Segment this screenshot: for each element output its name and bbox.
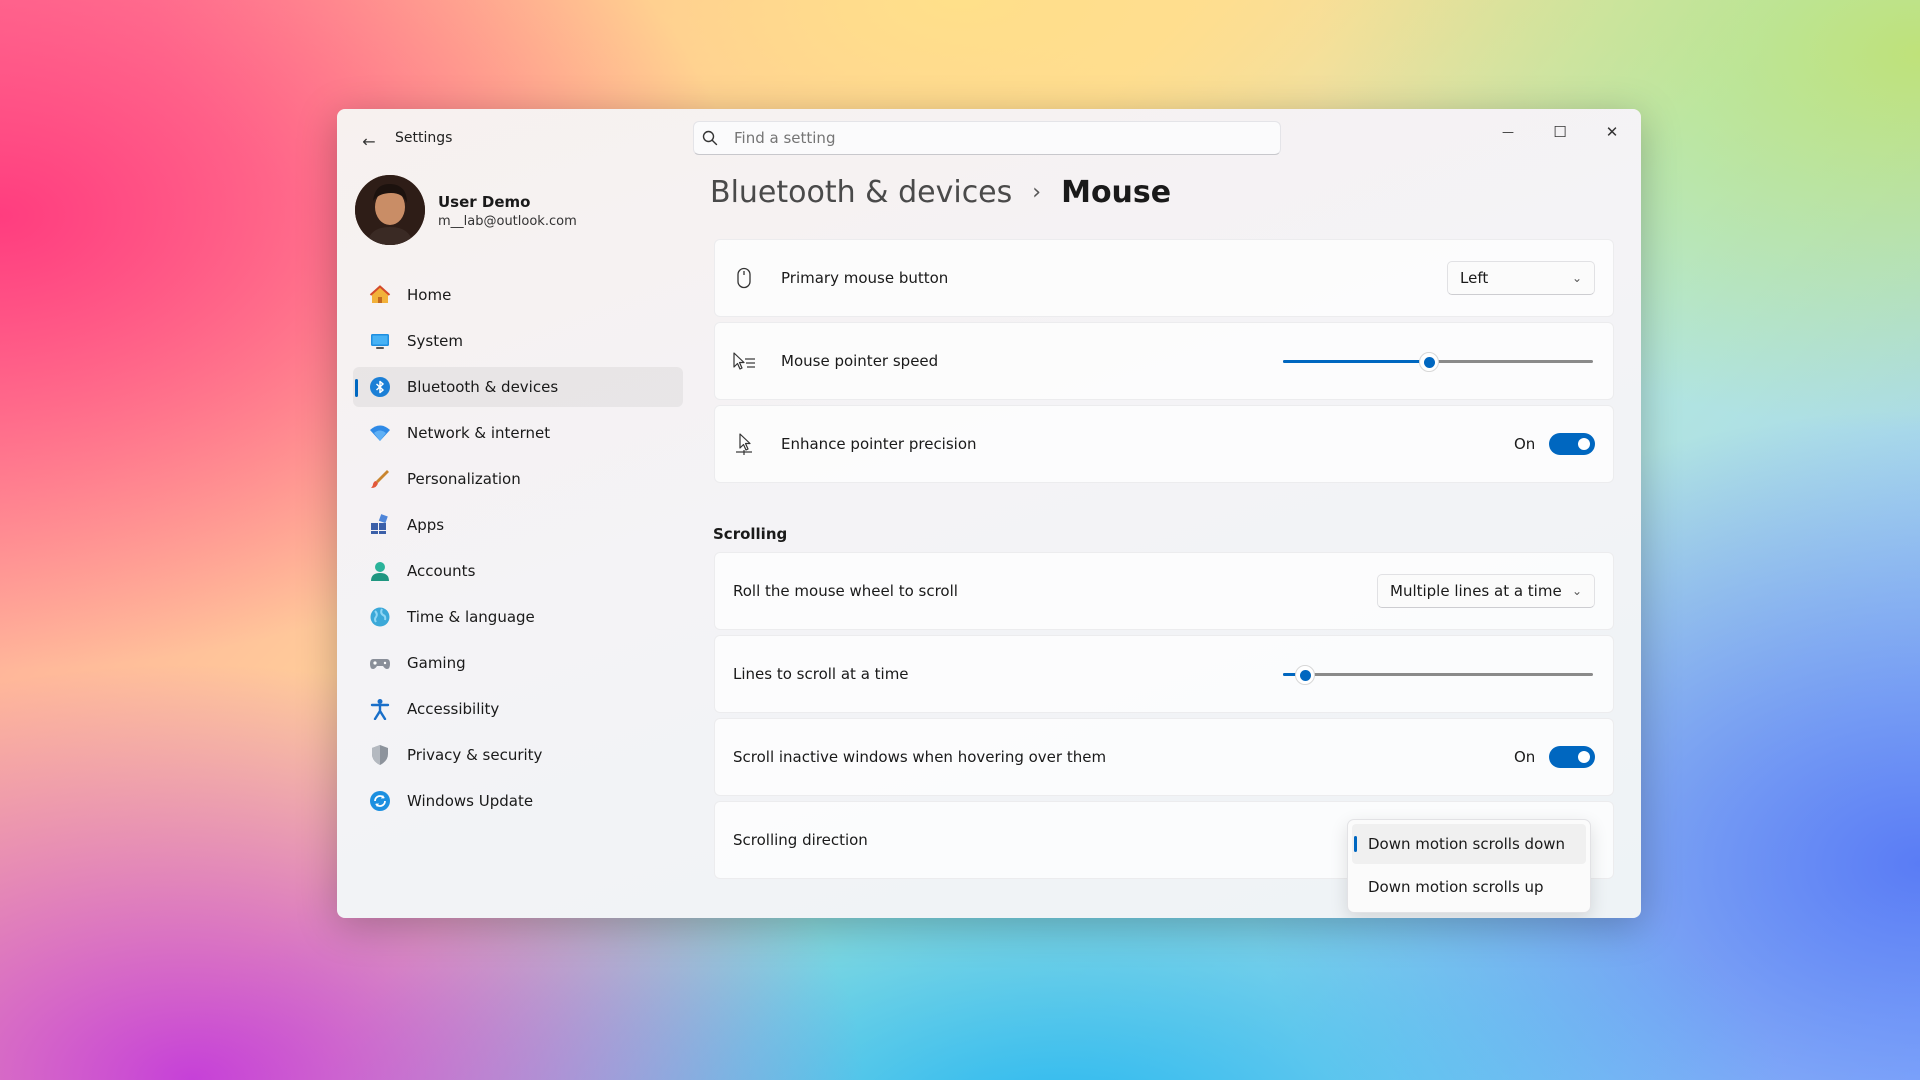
slider-thumb[interactable] <box>1419 352 1439 372</box>
sidebar-item-personalization[interactable]: Personalization <box>353 459 683 499</box>
back-arrow-icon: ← <box>362 131 376 151</box>
close-button[interactable]: ✕ <box>1589 117 1635 147</box>
pointer-precision-state: On <box>1514 435 1536 453</box>
chevron-right-icon: › <box>1032 180 1042 205</box>
sidebar-item-label: Accounts <box>407 562 476 580</box>
search-icon <box>694 130 726 146</box>
sidebar-item-label: Windows Update <box>407 792 534 810</box>
wheel-scroll-value: Multiple lines at a time <box>1390 582 1562 600</box>
avatar[interactable] <box>355 175 425 245</box>
wifi-icon <box>367 420 393 446</box>
slider-thumb[interactable] <box>1295 665 1315 685</box>
sidebar-item-time-language[interactable]: Time & language <box>353 597 683 637</box>
chevron-down-icon: ⌄ <box>1571 271 1582 285</box>
sidebar-item-label: Personalization <box>407 470 521 488</box>
sidebar-item-network[interactable]: Network & internet <box>353 413 683 453</box>
wheel-scroll-card: Roll the mouse wheel to scroll Multiple … <box>714 552 1614 630</box>
lines-scroll-label: Lines to scroll at a time <box>733 665 909 683</box>
primary-button-value: Left <box>1460 269 1489 287</box>
sidebar-item-label: Apps <box>407 516 445 534</box>
lines-scroll-slider[interactable] <box>1283 665 1593 685</box>
inactive-scroll-toggle[interactable] <box>1549 746 1595 768</box>
scroll-direction-label: Scrolling direction <box>733 831 868 849</box>
app-title: Settings <box>395 130 453 146</box>
pointer-speed-slider[interactable] <box>1283 352 1593 372</box>
sidebar-item-privacy[interactable]: Privacy & security <box>353 735 683 775</box>
close-icon: ✕ <box>1605 123 1619 141</box>
sidebar-item-gaming[interactable]: Gaming <box>353 643 683 683</box>
menu-item-scroll-down[interactable]: Down motion scrolls down <box>1352 824 1586 864</box>
sidebar-item-label: Privacy & security <box>407 746 543 764</box>
slider-fill <box>1283 360 1429 363</box>
search-box[interactable] <box>693 121 1281 155</box>
accessibility-icon <box>367 696 393 722</box>
primary-button-card: Primary mouse button Left ⌄ <box>714 239 1614 317</box>
pointer-precision-icon <box>731 431 757 457</box>
update-icon <box>367 788 393 814</box>
lines-scroll-card: Lines to scroll at a time <box>714 635 1614 713</box>
pointer-speed-label: Mouse pointer speed <box>781 352 939 370</box>
inactive-scroll-card: Scroll inactive windows when hovering ov… <box>714 718 1614 796</box>
sidebar-item-apps[interactable]: Apps <box>353 505 683 545</box>
maximize-icon: ☐ <box>1553 123 1567 141</box>
wheel-scroll-label: Roll the mouse wheel to scroll <box>733 582 958 600</box>
minimize-icon: — <box>1502 125 1514 139</box>
bluetooth-icon <box>367 374 393 400</box>
breadcrumb-parent[interactable]: Bluetooth & devices <box>710 175 1012 210</box>
apps-icon <box>367 512 393 538</box>
search-input[interactable] <box>726 129 1280 147</box>
accounts-icon <box>367 558 393 584</box>
inactive-scroll-label: Scroll inactive windows when hovering ov… <box>733 748 1107 766</box>
primary-button-label: Primary mouse button <box>781 269 949 287</box>
shield-icon <box>367 742 393 768</box>
sidebar-item-windows-update[interactable]: Windows Update <box>353 781 683 821</box>
back-button[interactable]: ← <box>355 127 383 155</box>
sidebar-item-label: System <box>407 332 463 350</box>
section-title-scrolling: Scrolling <box>713 525 788 543</box>
wheel-scroll-dropdown[interactable]: Multiple lines at a time ⌄ <box>1377 574 1595 608</box>
sidebar-nav: Home System Bluetooth & devices Network … <box>353 275 683 827</box>
page-title: Mouse <box>1061 175 1172 210</box>
globe-icon <box>367 604 393 630</box>
system-icon <box>367 328 393 354</box>
gamepad-icon <box>367 650 393 676</box>
primary-button-dropdown[interactable]: Left ⌄ <box>1447 261 1595 295</box>
pointer-precision-label: Enhance pointer precision <box>781 435 977 453</box>
chevron-down-icon: ⌄ <box>1571 584 1582 598</box>
sidebar-item-label: Home <box>407 286 452 304</box>
mouse-icon <box>731 265 757 291</box>
minimize-button[interactable]: — <box>1485 117 1531 147</box>
sidebar-item-label: Time & language <box>407 608 535 626</box>
pointer-speed-icon <box>731 348 757 374</box>
sidebar-item-bluetooth[interactable]: Bluetooth & devices <box>353 367 683 407</box>
sidebar-item-home[interactable]: Home <box>353 275 683 315</box>
pointer-precision-toggle[interactable] <box>1549 433 1595 455</box>
sidebar-item-accounts[interactable]: Accounts <box>353 551 683 591</box>
home-icon <box>367 282 393 308</box>
pointer-precision-card: Enhance pointer precision On <box>714 405 1614 483</box>
brush-icon <box>367 466 393 492</box>
sidebar-item-label: Network & internet <box>407 424 551 442</box>
sidebar-item-accessibility[interactable]: Accessibility <box>353 689 683 729</box>
sidebar-item-label: Bluetooth & devices <box>407 378 559 396</box>
inactive-scroll-state: On <box>1514 748 1536 766</box>
pointer-speed-card: Mouse pointer speed <box>714 322 1614 400</box>
menu-item-scroll-up[interactable]: Down motion scrolls up <box>1352 867 1586 907</box>
sidebar-item-system[interactable]: System <box>353 321 683 361</box>
slider-track <box>1283 673 1593 676</box>
settings-window: ← Settings — ☐ ✕ User Demo m__lab@outloo… <box>337 109 1641 918</box>
user-name: User Demo <box>438 193 531 211</box>
breadcrumb: Bluetooth & devices › Mouse <box>710 175 1171 210</box>
sidebar-item-label: Accessibility <box>407 700 500 718</box>
sidebar-item-label: Gaming <box>407 654 466 672</box>
scroll-direction-menu: Down motion scrolls down Down motion scr… <box>1347 819 1591 913</box>
maximize-button[interactable]: ☐ <box>1537 117 1583 147</box>
user-email: m__lab@outlook.com <box>438 214 577 229</box>
